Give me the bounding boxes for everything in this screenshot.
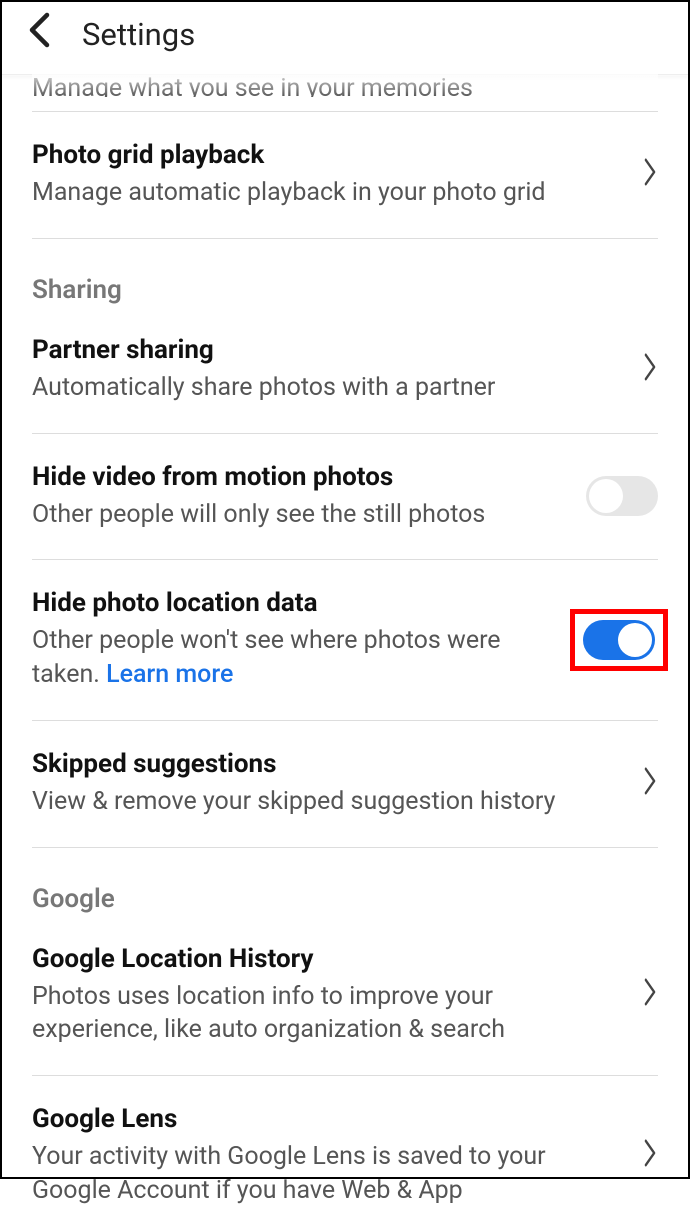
chevron-right-icon (644, 155, 655, 195)
item-subtitle: Automatically share photos with a partne… (32, 371, 622, 405)
google-location-history-item[interactable]: Google Location History Photos uses loca… (32, 930, 658, 1062)
section-google: Google (32, 862, 658, 930)
divider (32, 238, 658, 239)
divider (32, 433, 658, 434)
photo-grid-playback-item[interactable]: Photo grid playback Manage automatic pla… (32, 126, 658, 224)
item-title: Partner sharing (32, 335, 622, 365)
item-subtitle: Manage automatic playback in your photo … (32, 176, 622, 210)
item-title: Google Lens (32, 1104, 622, 1134)
google-lens-item[interactable]: Google Lens Your activity with Google Le… (32, 1090, 658, 1222)
item-title: Google Location History (32, 944, 622, 974)
hide-video-item[interactable]: Hide video from motion photos Other peop… (32, 448, 658, 546)
divider (32, 559, 658, 560)
item-subtitle: View & remove your skipped suggestion hi… (32, 785, 622, 819)
chevron-right-icon (644, 764, 655, 804)
item-title: Photo grid playback (32, 140, 622, 170)
divider (32, 111, 658, 112)
item-subtitle: Your activity with Google Lens is saved … (32, 1140, 622, 1208)
item-title: Hide photo location data (32, 588, 550, 618)
divider (32, 1075, 658, 1076)
divider (32, 720, 658, 721)
learn-more-link[interactable]: Learn more (106, 660, 233, 689)
header-bar: Settings (2, 2, 688, 74)
hide-location-item[interactable]: Hide photo location data Other people wo… (32, 574, 658, 706)
hide-location-toggle[interactable] (583, 620, 655, 660)
item-title: Hide video from motion photos (32, 462, 566, 492)
back-icon[interactable] (28, 12, 50, 57)
section-sharing: Sharing (32, 253, 658, 321)
divider (32, 847, 658, 848)
partner-sharing-item[interactable]: Partner sharing Automatically share phot… (32, 321, 658, 419)
item-subtitle: Other people won't see where photos were… (32, 624, 550, 692)
page-title: Settings (82, 16, 195, 53)
item-subtitle: Photos uses location info to improve you… (32, 980, 622, 1048)
skipped-suggestions-item[interactable]: Skipped suggestions View & remove your s… (32, 735, 658, 833)
hide-video-toggle[interactable] (586, 476, 658, 516)
item-subtitle: Other people will only see the still pho… (32, 498, 566, 532)
item-title: Skipped suggestions (32, 749, 622, 779)
chevron-right-icon (644, 350, 655, 390)
highlight-box (570, 609, 668, 671)
chevron-right-icon (644, 1136, 655, 1176)
chevron-right-icon (644, 975, 655, 1015)
cutoff-subtitle: Manage what you see in your memories (32, 71, 658, 97)
